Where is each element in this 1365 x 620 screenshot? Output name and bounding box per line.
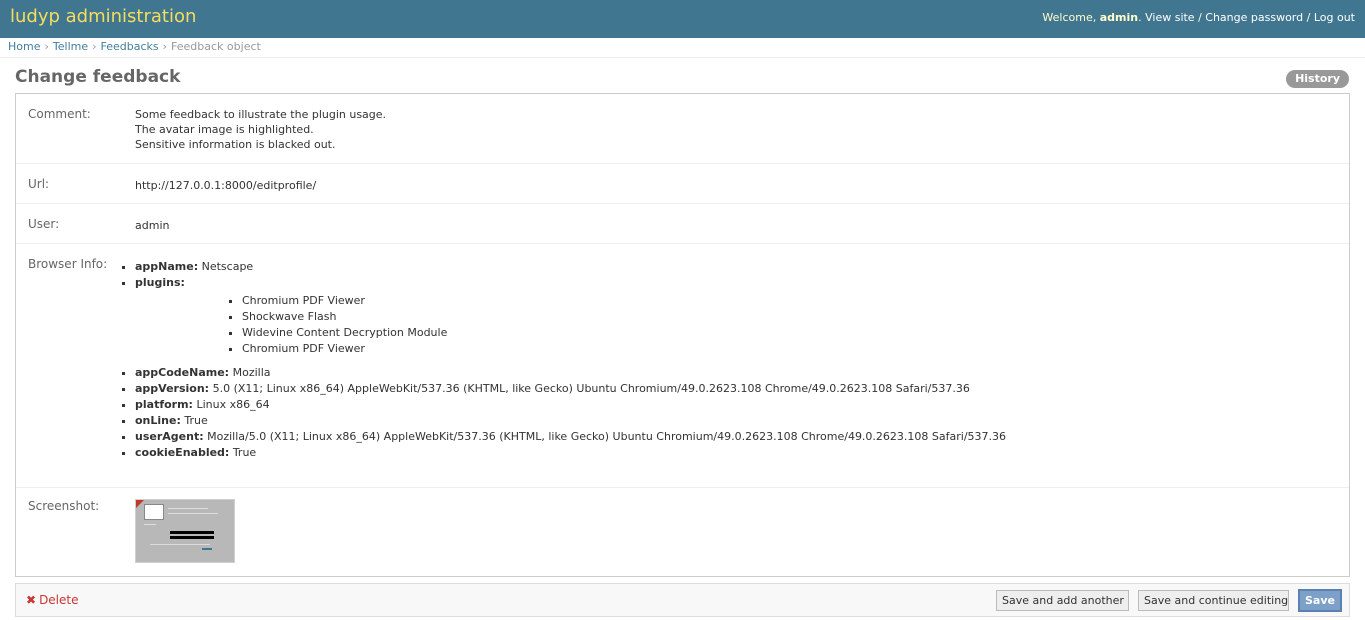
browser-info-label: Browser Info: [28,257,108,271]
list-item: cookieEnabled: True [135,445,1006,461]
user-row: User: admin [16,204,1349,244]
view-site-link[interactable]: View site [1145,11,1194,24]
info-value: True [232,446,257,459]
breadcrumb-app[interactable]: Tellme [53,40,88,53]
user-label: User: [28,217,60,231]
thumb-line [168,508,208,509]
thumb-line [144,524,156,525]
plugin-item: Shockwave Flash [242,309,1006,325]
breadcrumb: Home › Tellme › Feedbacks › Feedback object [0,38,1365,58]
info-key: cookieEnabled: [135,446,230,459]
page-title: Change feedback [15,67,181,87]
info-value: Linux x86_64 [196,398,270,411]
browser-info-list: appName: Netscape plugins: Chromium PDF … [135,259,1006,461]
thumb-line [168,513,218,514]
comment-line: The avatar image is highlighted. [135,123,314,136]
url-row: Url: http://127.0.0.1:8000/editprofile/ [16,164,1349,204]
user-value: admin [135,219,170,232]
screenshot-thumbnail[interactable] [135,499,235,563]
delete-link[interactable]: ✖ Delete [26,593,79,607]
info-value: 5.0 (X11; Linux x86_64) AppleWebKit/537.… [212,382,970,395]
thumb-line [150,544,210,545]
info-key: platform: [135,398,193,411]
welcome-text: Welcome, [1042,11,1100,24]
list-item: userAgent: Mozilla/5.0 (X11; Linux x86_6… [135,429,1006,445]
list-item: appCodeName: Mozilla [135,365,1006,381]
save-button[interactable]: Save [1298,589,1342,612]
separator: / [1194,11,1206,24]
save-and-add-another-button[interactable]: Save and add another [996,590,1129,611]
info-value: Mozilla/5.0 (X11; Linux x86_64) AppleWeb… [207,430,1007,443]
header: ludyp administration Welcome, admin. Vie… [0,0,1365,38]
plugin-item: Chromium PDF Viewer [242,293,1006,309]
info-value: Mozilla [232,366,271,379]
save-and-continue-button[interactable]: Save and continue editing [1138,590,1289,611]
breadcrumb-separator: › [92,40,97,53]
screenshot-row: Screenshot: [16,488,1349,576]
breadcrumb-current: Feedback object [171,40,261,53]
feedback-form: Comment: Some feedback to illustrate the… [15,93,1350,577]
comment-row: Comment: Some feedback to illustrate the… [16,94,1349,164]
url-value: http://127.0.0.1:8000/editprofile/ [135,179,317,192]
avatar-highlight [144,504,164,520]
info-key: userAgent: [135,430,204,443]
breadcrumb-model[interactable]: Feedbacks [101,40,159,53]
info-key: appVersion: [135,382,210,395]
screenshot-label: Screenshot: [28,499,100,513]
info-value: True [184,414,208,427]
breadcrumb-separator: › [162,40,168,53]
list-item: plugins: Chromium PDF Viewer Shockwave F… [135,275,1006,357]
info-key: appCodeName: [135,366,230,379]
breadcrumb-separator: › [44,40,49,53]
user-tools: Welcome, admin. View site / Change passw… [1042,11,1355,24]
delete-label: Delete [39,593,79,607]
comment-label: Comment: [28,107,91,121]
comment-line: Some feedback to illustrate the plugin u… [135,108,387,121]
highlight-corner [136,500,144,508]
plugin-item: Widevine Content Decryption Module [242,325,1006,341]
plugin-item: Chromium PDF Viewer [242,341,1006,357]
list-item: appName: Netscape [135,259,1006,275]
log-out-link[interactable]: Log out [1314,11,1355,24]
breadcrumb-home[interactable]: Home [8,40,40,53]
redaction-bar [170,531,214,534]
username: admin [1099,11,1139,24]
info-key: plugins: [135,276,185,289]
submit-row: ✖ Delete Save and add another Save and co… [15,583,1350,617]
info-key: appName: [135,260,199,273]
separator: / [1303,11,1314,24]
site-title[interactable]: ludyp administration [10,6,196,27]
close-icon: ✖ [26,593,37,607]
list-item: appVersion: 5.0 (X11; Linux x86_64) Appl… [135,381,1006,397]
thumb-button [202,548,212,550]
history-button[interactable]: History [1286,70,1349,88]
list-item: platform: Linux x86_64 [135,397,1006,413]
plugin-list: Chromium PDF Viewer Shockwave Flash Wide… [242,293,1006,357]
comment-line: Sensitive information is blacked out. [135,138,336,151]
info-value: Netscape [201,260,254,273]
info-key: onLine: [135,414,181,427]
redaction-bar [170,536,214,539]
comment-value: Some feedback to illustrate the plugin u… [135,107,386,152]
url-label: Url: [28,177,50,191]
change-password-link[interactable]: Change password [1205,11,1303,24]
list-item: onLine: True [135,413,1006,429]
browser-info-row: Browser Info: appName: Netscape plugins:… [16,244,1349,488]
